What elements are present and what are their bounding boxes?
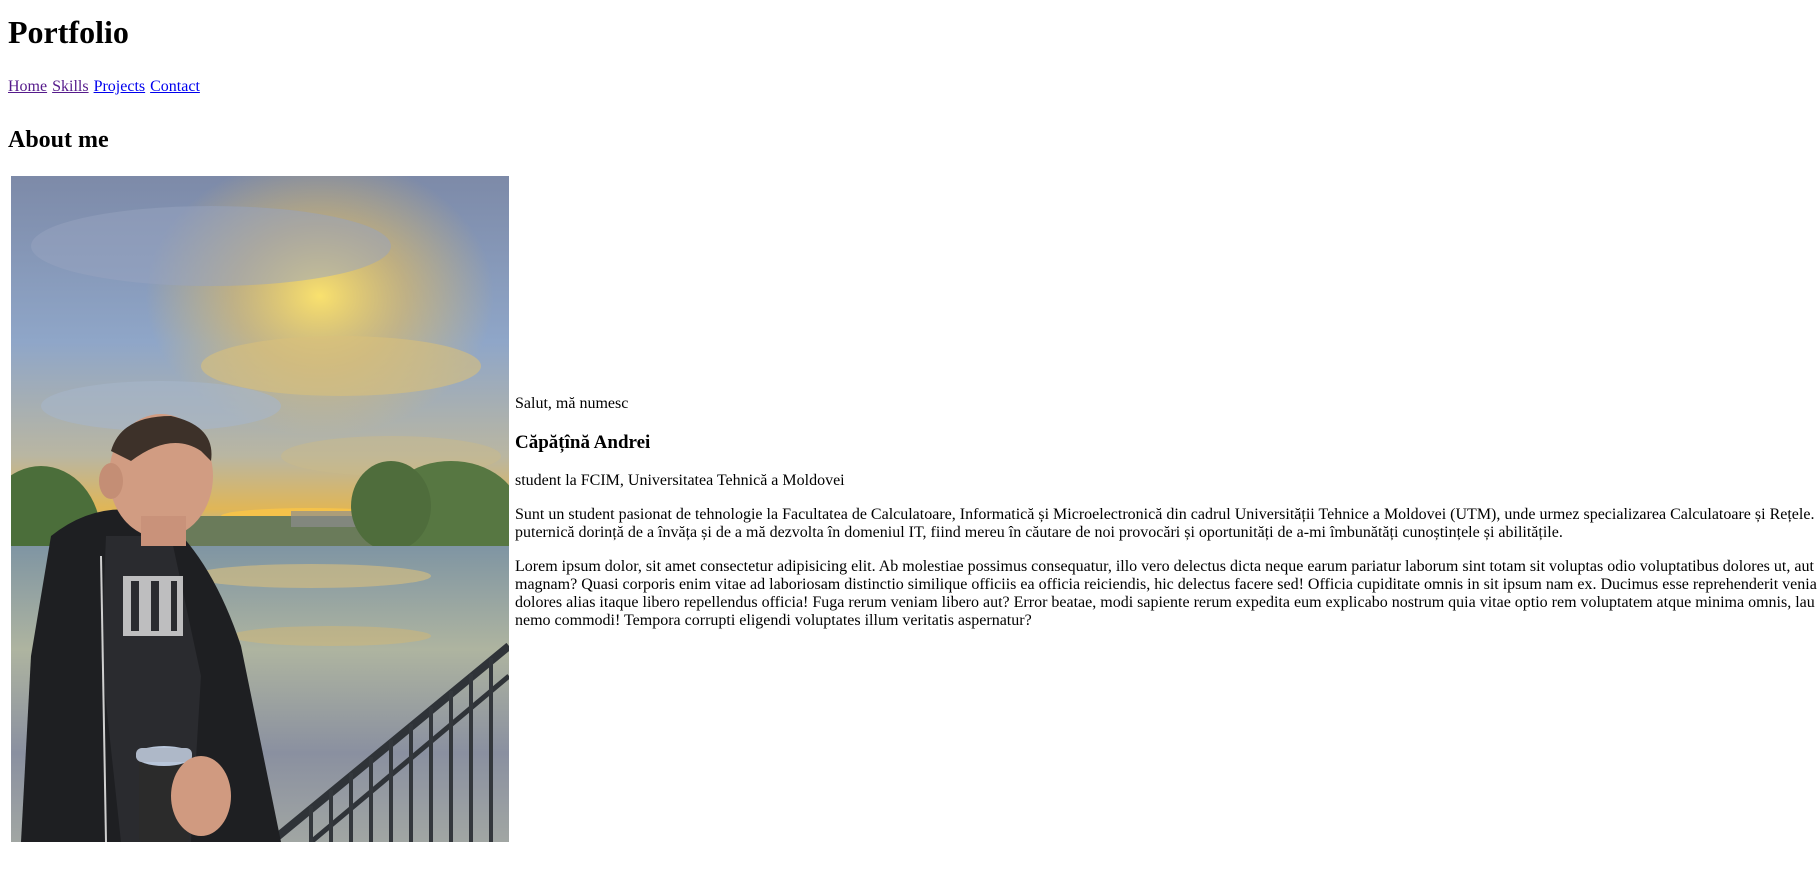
about-text: Salut, mă numesc Căpățînă Andrei student… [515, 394, 1817, 630]
person-name: Căpățînă Andrei [515, 432, 651, 453]
lorem-line: dolores alias itaque libero repellendus … [515, 594, 1815, 611]
nav-link-projects[interactable]: Projects [94, 78, 146, 95]
lorem-line: nemo commodi! Tempora corrupti eligendi … [515, 612, 1032, 629]
about-section: Salut, mă numesc Căpățînă Andrei student… [8, 176, 1817, 844]
lorem-paragraph: Lorem ipsum dolor, sit amet consectetur … [515, 558, 1817, 630]
greeting-text: Salut, mă numesc [515, 395, 629, 412]
role-text: student la FCIM, Universitatea Tehnică a… [515, 472, 845, 489]
nav-link-home[interactable]: Home [8, 78, 47, 95]
bio-paragraph: Sunt un student pasionat de tehnologie l… [515, 506, 1817, 542]
lorem-line: Lorem ipsum dolor, sit amet consectetur … [515, 558, 1814, 575]
main-nav: Home Skills Projects Contact [8, 78, 1809, 96]
page: Portfolio Home Skills Projects Contact A… [0, 14, 1817, 844]
site-title: Portfolio [8, 14, 129, 50]
profile-photo [11, 176, 509, 842]
nav-link-skills[interactable]: Skills [52, 78, 88, 95]
about-heading: About me [8, 127, 109, 153]
bio-line: puternică dorință de a învăța și de a mă… [515, 524, 1563, 541]
bio-line: Sunt un student pasionat de tehnologie l… [515, 506, 1815, 523]
lorem-line: magnam? Quasi corporis enim vitae ad lab… [515, 576, 1817, 593]
nav-link-contact[interactable]: Contact [150, 78, 200, 95]
